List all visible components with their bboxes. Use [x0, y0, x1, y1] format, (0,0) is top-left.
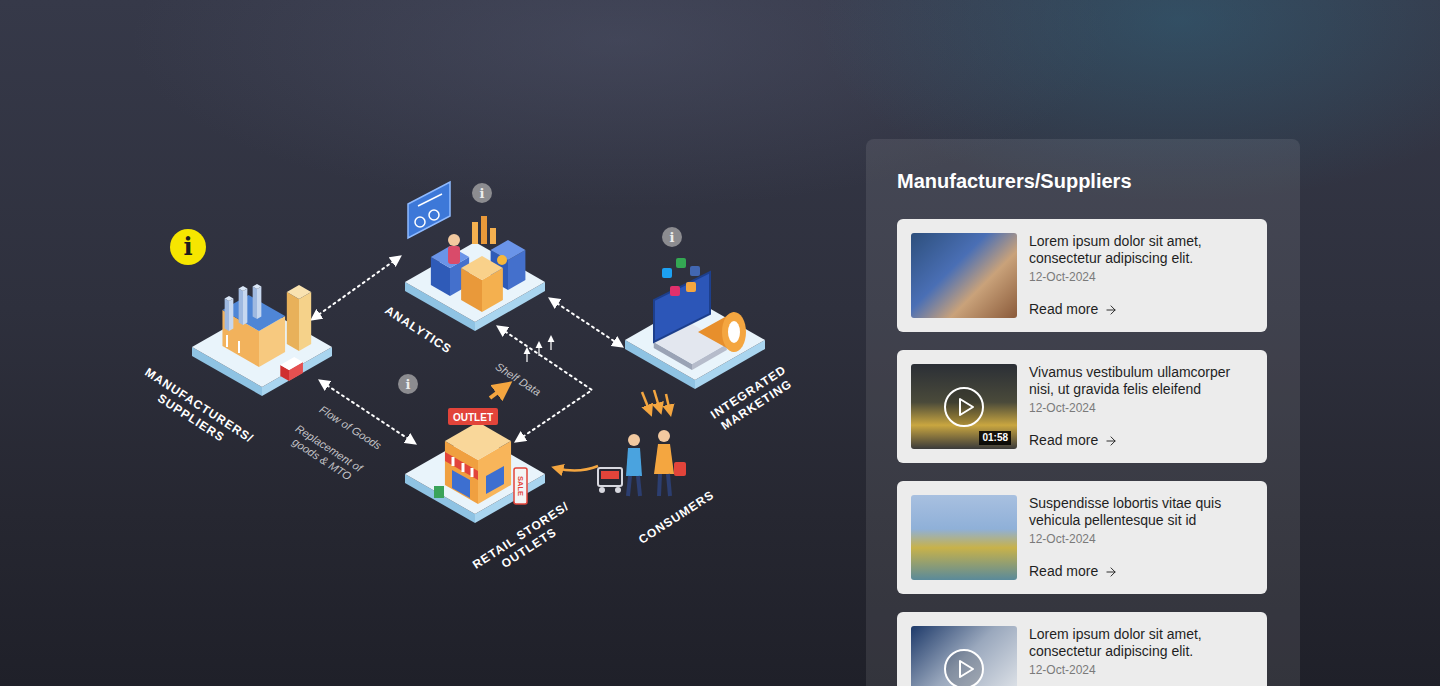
platform	[405, 242, 545, 331]
factory-node[interactable]	[177, 235, 347, 400]
arrow-right-icon	[1104, 565, 1118, 579]
consumers-node[interactable]	[588, 418, 703, 508]
connector-line	[552, 300, 620, 345]
read-more-link[interactable]: Read more	[1029, 557, 1253, 580]
outlet-sign: OUTLET	[453, 412, 493, 423]
card-date: 12-Oct-2024	[1029, 663, 1253, 678]
video-thumbnail[interactable]	[911, 626, 1017, 686]
info-button[interactable]: i	[662, 227, 682, 247]
news-card[interactable]: Lorem ipsum dolor sit amet, consectetur …	[897, 219, 1267, 332]
arrow-right-icon	[1104, 303, 1118, 317]
video-thumbnail[interactable]: 01:58	[911, 364, 1017, 449]
flow-label: Shelf Data	[493, 360, 543, 399]
card-date: 12-Oct-2024	[1029, 270, 1253, 285]
chimney	[253, 284, 262, 319]
news-card[interactable]: Suspendisse lobortis vitae quis vehicula…	[897, 481, 1267, 594]
info-button[interactable]: i	[472, 183, 492, 203]
chimney	[225, 296, 234, 331]
data-cube	[461, 256, 503, 312]
play-icon[interactable]	[943, 386, 985, 428]
card-title[interactable]: Lorem ipsum dolor sit amet, consectetur …	[1029, 233, 1253, 267]
consumers-illustration	[588, 418, 703, 508]
news-card[interactable]: Lorem ipsum dolor sit amet, consectetur …	[897, 612, 1267, 686]
card-title[interactable]: Suspendisse lobortis vitae quis vehicula…	[1029, 495, 1253, 529]
card-date: 12-Oct-2024	[1029, 532, 1253, 547]
play-icon[interactable]	[943, 648, 985, 686]
marketing-illustration	[610, 228, 780, 393]
card-title[interactable]: Vivamus vestibulum ullamcorper nisi, ut …	[1029, 364, 1253, 398]
truck	[280, 357, 303, 381]
read-more-link[interactable]: Read more	[1029, 295, 1253, 318]
card-date: 12-Oct-2024	[1029, 401, 1253, 416]
info-button[interactable]: i	[398, 374, 418, 394]
chimney	[239, 286, 248, 325]
marketing-node[interactable]	[610, 228, 780, 393]
page: Flow of GoodsReplacement ofgoods & MTOSh…	[0, 0, 1440, 686]
node-label[interactable]: CONSUMERS	[636, 488, 717, 548]
photo-thumbnail[interactable]	[911, 495, 1017, 580]
store-building	[445, 422, 511, 504]
ecosystem-diagram: Flow of GoodsReplacement ofgoods & MTOSh…	[0, 0, 866, 686]
arrow-right-icon	[1104, 434, 1118, 448]
news-card[interactable]: 01:58 Vivamus vestibulum ullamcorper nisi…	[897, 350, 1267, 463]
info-button[interactable]: i	[170, 229, 206, 265]
articles-panel: Manufacturers/Suppliers Lorem ipsum dolor…	[866, 139, 1300, 686]
video-duration: 01:58	[979, 431, 1011, 445]
factory-illustration	[177, 235, 347, 400]
card-title[interactable]: Lorem ipsum dolor sit amet, consectetur …	[1029, 626, 1253, 660]
sale-tag: SALE	[516, 476, 525, 496]
connector-line	[556, 466, 598, 471]
panel-title: Manufacturers/Suppliers	[897, 169, 1269, 193]
read-more-link[interactable]: Read more	[1029, 426, 1253, 449]
office-tower	[287, 285, 311, 351]
photo-thumbnail[interactable]	[911, 233, 1017, 318]
